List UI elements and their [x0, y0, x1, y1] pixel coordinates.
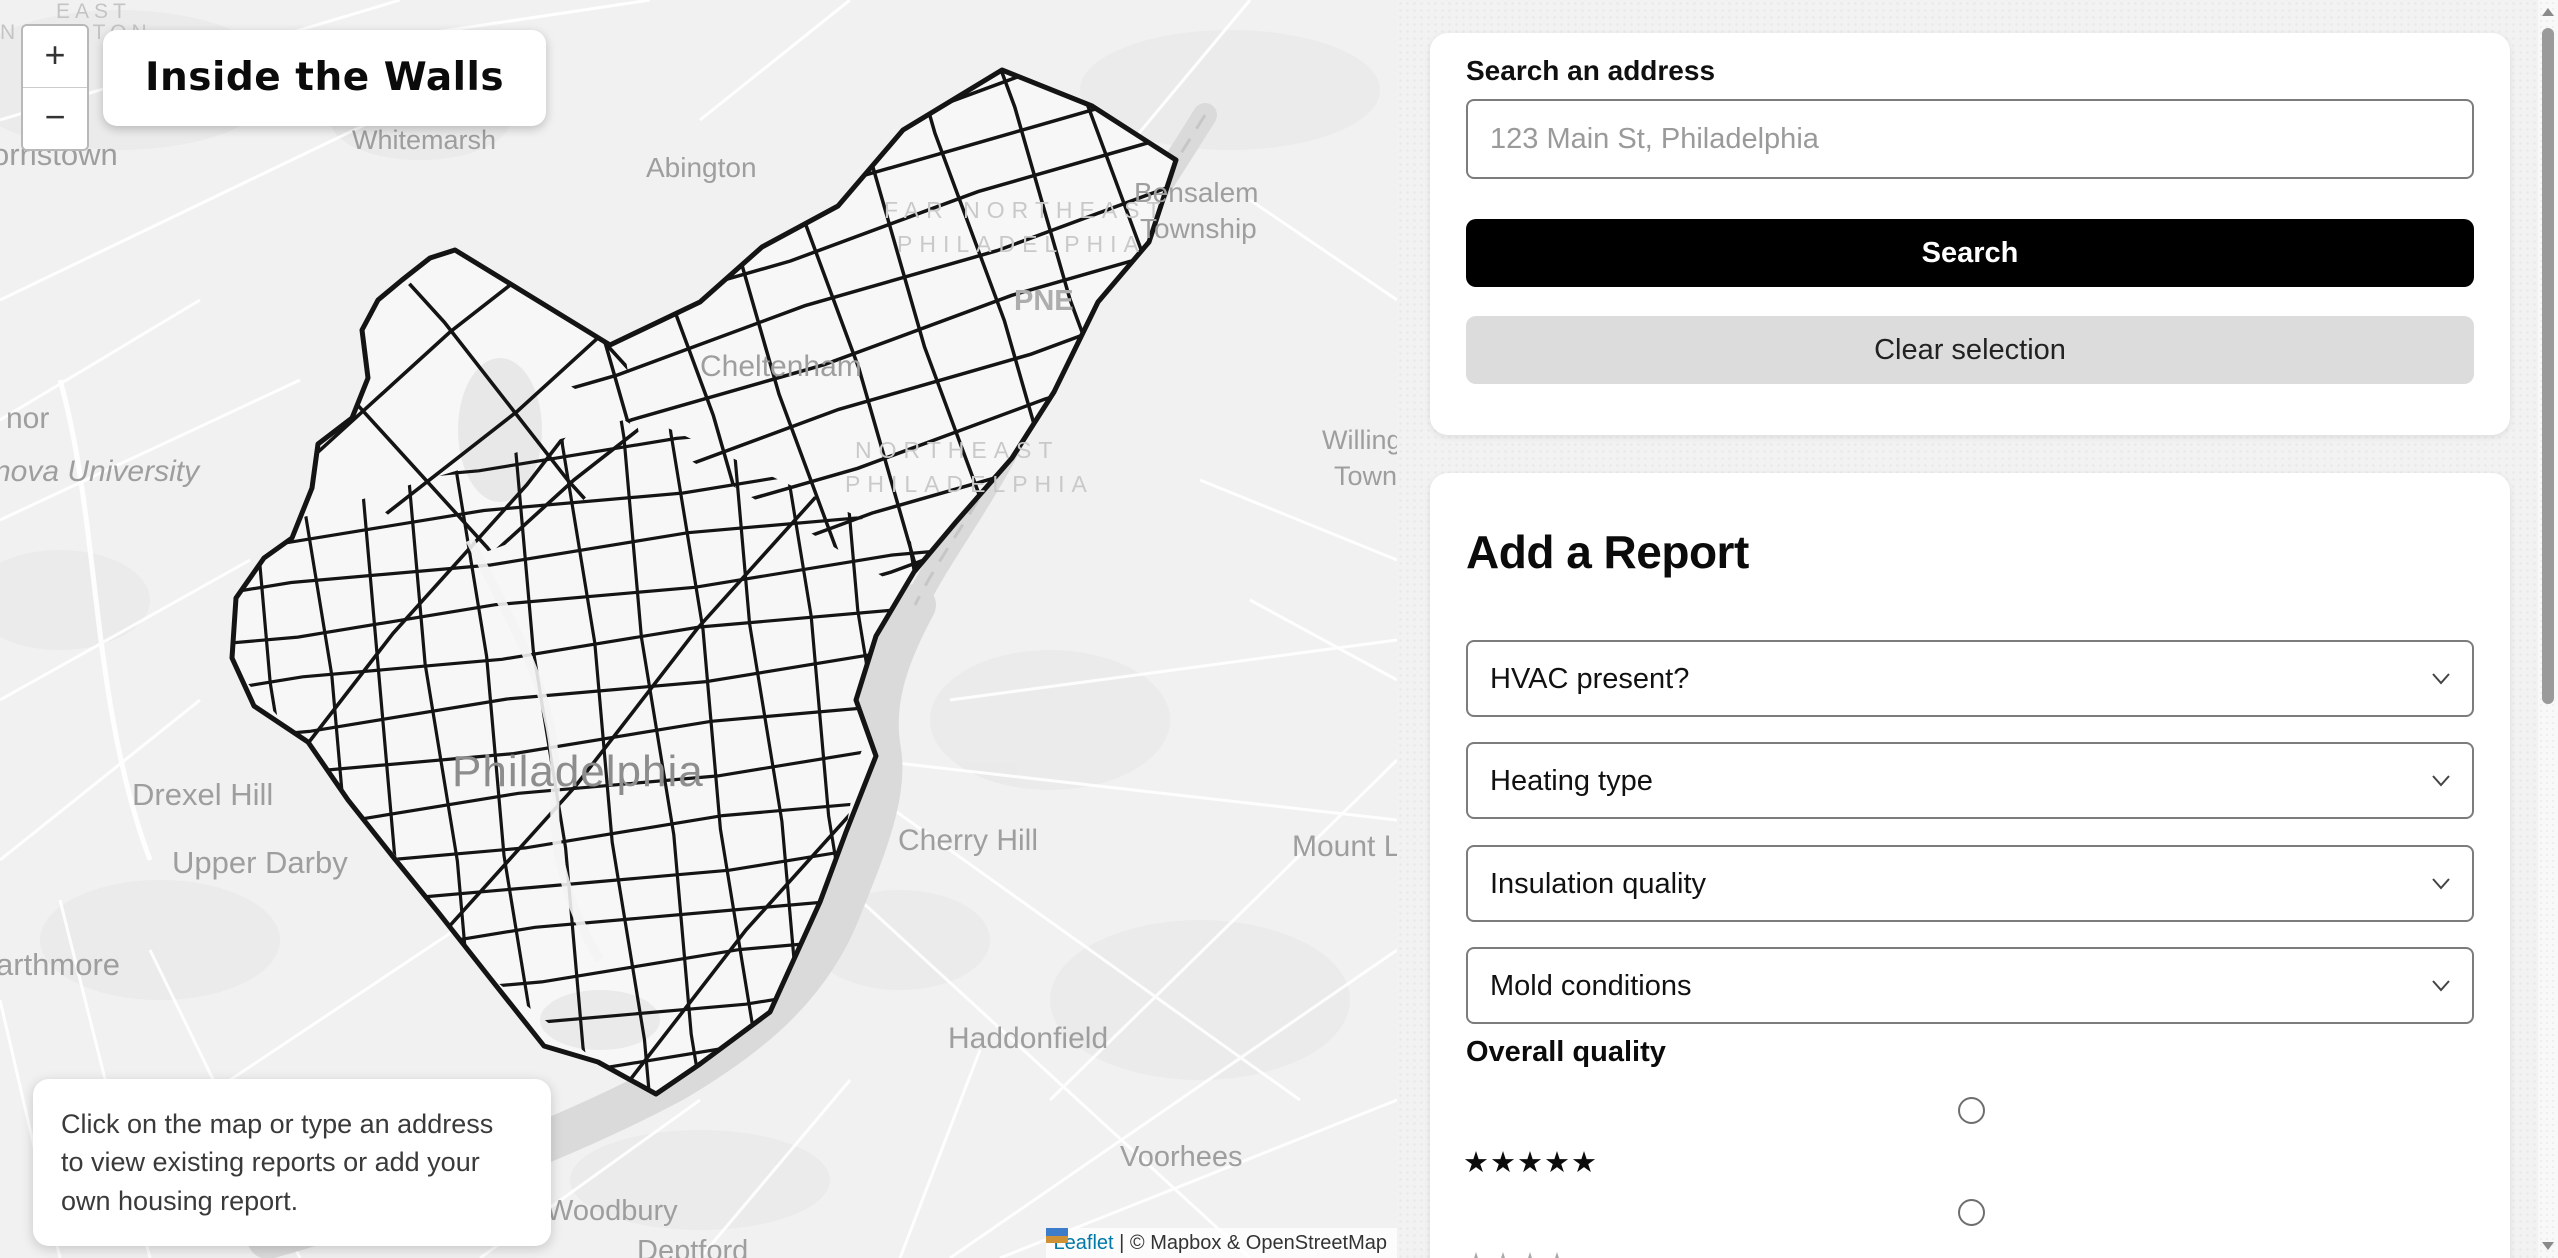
attribution-credits: © Mapbox & OpenStreetMap — [1130, 1232, 1387, 1254]
map-label: arthmore — [0, 948, 120, 982]
map-label-philadelphia: Philadelphia — [452, 748, 704, 796]
map-label: Woodbury — [546, 1196, 678, 1228]
heating-type-select[interactable]: Heating type — [1466, 742, 2474, 819]
search-button[interactable]: Search — [1466, 219, 2474, 287]
five-star-icons: ★★★★★ — [1463, 1145, 1598, 1180]
add-report-heading: Add a Report — [1466, 525, 1749, 579]
map-label: Drexel Hill — [132, 778, 273, 812]
mold-conditions-select[interactable]: Mold conditions — [1466, 947, 2474, 1024]
leaflet-map[interactable]: EAST NORRITON orristown Whitemarsh Abing… — [0, 0, 1397, 1258]
map-label: FAR NORTHEAST — [884, 198, 1168, 223]
map-label: EAST — [56, 0, 131, 23]
four-star-icons: ★★★★ — [1463, 1246, 1571, 1258]
page-scrollbar[interactable] — [2538, 0, 2558, 1258]
map-label: Whitemarsh — [352, 126, 496, 156]
map-label: Deptford — [637, 1236, 748, 1258]
hvac-select-wrap: HVAC present? — [1466, 640, 2474, 717]
search-card: Search an address Search Clear selection — [1430, 33, 2510, 435]
mold-select-wrap: Mold conditions — [1466, 947, 2474, 1024]
map-label: Mount Lau — [1292, 830, 1397, 863]
scroll-down-arrow-icon[interactable] — [2542, 1242, 2554, 1250]
zoom-in-button[interactable]: + — [23, 26, 87, 88]
map-label: Town — [1334, 462, 1397, 492]
scroll-up-arrow-icon[interactable] — [2542, 8, 2554, 16]
map-instruction-tooltip: Click on the map or type an address to v… — [33, 1079, 551, 1246]
ukraine-flag-icon — [1046, 1228, 1068, 1243]
app-title: Inside the Walls — [103, 30, 546, 126]
overall-quality-label: Overall quality — [1466, 1036, 1666, 1069]
sidebar: Search an address Search Clear selection… — [1397, 0, 2538, 1258]
map-label: PHILADELPHIA — [845, 472, 1094, 497]
app-root: EAST NORRITON orristown Whitemarsh Abing… — [0, 0, 2558, 1258]
attribution-separator: | — [1119, 1232, 1124, 1254]
map-label: NORTHEAST — [855, 438, 1059, 463]
map-label: nova University — [0, 455, 199, 488]
map-attribution: Leaflet | © Mapbox & OpenStreetMap — [1046, 1228, 1397, 1258]
rating-radio-5[interactable] — [1958, 1097, 1985, 1124]
rating-radio-4[interactable] — [1958, 1199, 1985, 1226]
map-label: Abington — [646, 153, 757, 184]
map-label: Cherry Hill — [898, 824, 1038, 857]
map-label: PNE — [1014, 286, 1074, 318]
insulation-select-wrap: Insulation quality — [1466, 845, 2474, 922]
map-label: Bensalem — [1134, 178, 1259, 209]
insulation-quality-select[interactable]: Insulation quality — [1466, 845, 2474, 922]
map-label: Township — [1140, 214, 1257, 245]
zoom-control: + − — [21, 24, 89, 151]
zoom-out-button[interactable]: − — [23, 88, 87, 149]
map-label: Upper Darby — [172, 846, 348, 880]
address-input[interactable] — [1466, 99, 2474, 179]
map-label: PHILADELPHIA — [897, 232, 1146, 257]
add-report-card: Add a Report HVAC present? Heating type — [1430, 473, 2510, 1258]
scrollbar-thumb[interactable] — [2542, 28, 2554, 704]
map-label: Voorhees — [1120, 1142, 1243, 1174]
map-label: Cheltenham — [700, 350, 862, 383]
map-label: nor — [6, 402, 49, 435]
heating-select-wrap: Heating type — [1466, 742, 2474, 819]
map-label: Willing — [1322, 426, 1397, 456]
clear-selection-button[interactable]: Clear selection — [1466, 316, 2474, 384]
hvac-select[interactable]: HVAC present? — [1466, 640, 2474, 717]
map-label: Haddonfield — [948, 1022, 1108, 1055]
search-heading: Search an address — [1466, 55, 1715, 87]
